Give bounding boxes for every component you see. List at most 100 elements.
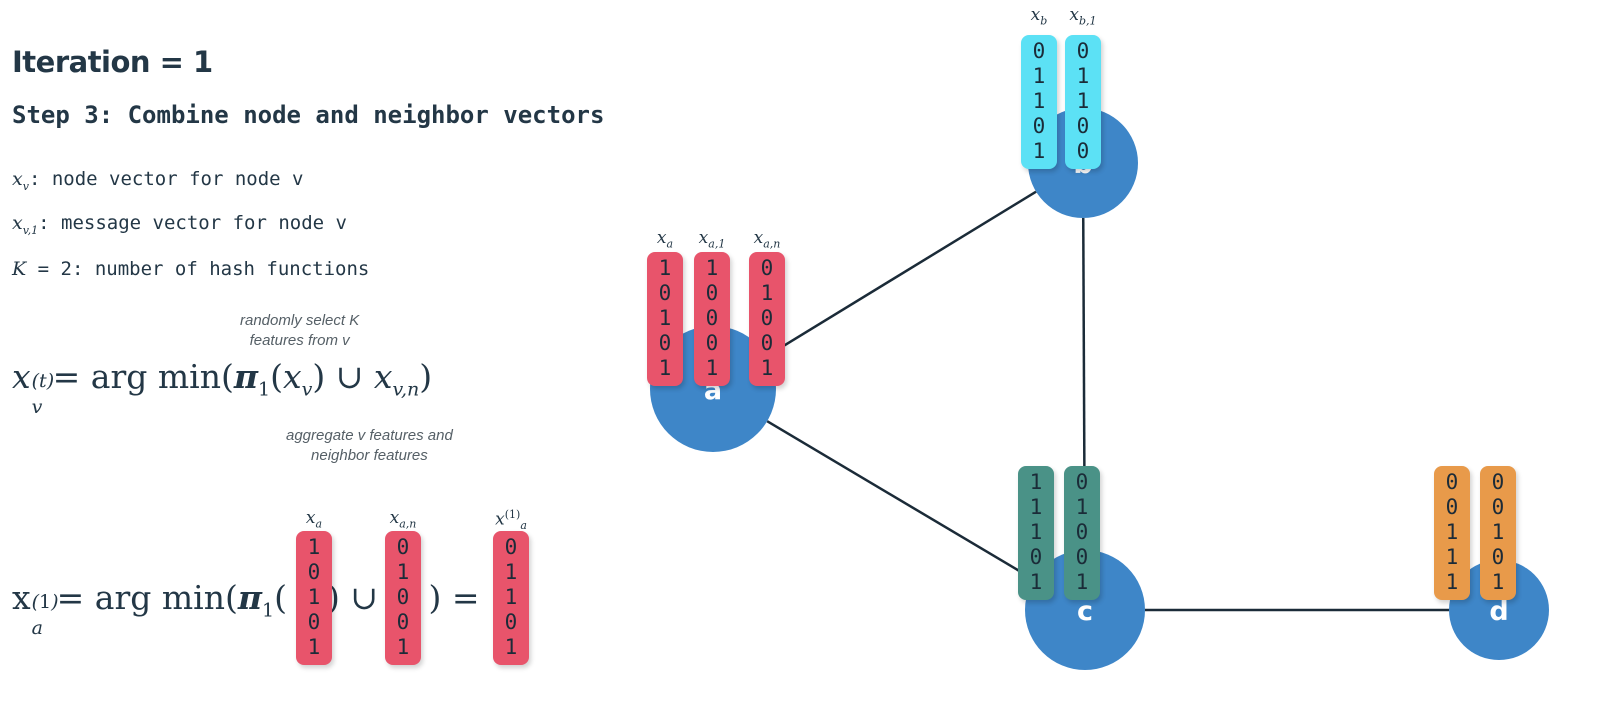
legend-text-hash-functions: = 2: number of hash functions [26, 258, 370, 280]
annotation-aggregate: aggregate v features and neighbor featur… [286, 426, 453, 467]
vector-bit: 1 [1029, 470, 1043, 494]
vector-bit: 0 [1445, 470, 1459, 494]
graph-node-c[interactable]: c [1025, 550, 1145, 670]
node-a-vector-1: 10001 [694, 252, 730, 386]
vector-bit: 1 [1032, 139, 1046, 163]
vector-bit: 1 [1445, 545, 1459, 569]
vector-bit: 0 [1445, 495, 1459, 519]
result-vector-x_a: 10101 [296, 531, 332, 665]
vector-bit: 0 [1075, 470, 1089, 494]
result-pi: π [237, 578, 262, 617]
annotation-randomly-select: randomly select K features from v [240, 311, 359, 352]
vector-bit: 1 [1445, 570, 1459, 594]
vector-bit: 1 [658, 306, 672, 330]
vector-bit: 1 [307, 535, 321, 559]
vector-bit: 1 [1076, 64, 1090, 88]
vector-bit: 1 [1029, 520, 1043, 544]
vector-bit: 0 [1076, 139, 1090, 163]
formula-close-paren: ) [419, 357, 433, 396]
legend-item-node-vector: xv: node vector for node v [12, 168, 303, 193]
legend-symbol-K: K [12, 258, 27, 280]
formula-argmin: arg min [90, 357, 221, 396]
vector-bit: 1 [307, 635, 321, 659]
legend-item-hash-functions: K = 2: number of hash functions [12, 258, 369, 280]
graph-edge-b-c [1081, 217, 1086, 551]
vector-bit: 1 [504, 635, 518, 659]
graph-node-b[interactable]: b [1028, 108, 1138, 218]
legend-item-message-vector: xv,1: message vector for node v [12, 212, 347, 237]
legend-symbol-xv1: xv,1 [12, 212, 39, 237]
vector-bit: 1 [760, 281, 774, 305]
vector-bit: 0 [1491, 470, 1505, 494]
vector-bit: 0 [1032, 114, 1046, 138]
node-a-vector-0: 10101 [647, 252, 683, 386]
page-title: Iteration = 1 [12, 45, 213, 79]
formula-xvn: x [373, 357, 393, 396]
node-c-vector-0: 11101 [1018, 466, 1054, 600]
graph-node-label-a: a [703, 374, 723, 406]
vector-bit: 1 [705, 356, 719, 380]
vector-bit: 0 [307, 610, 321, 634]
vector-bit: 1 [1445, 520, 1459, 544]
vector-bit: 0 [705, 331, 719, 355]
formula-equals: = [52, 357, 81, 396]
vector-bit: 1 [1032, 64, 1046, 88]
formula-xvn-sub: v,n [392, 378, 420, 401]
node-b-vector-label-1: xb,1 [1069, 5, 1097, 28]
annotation-line-2: features from v [249, 332, 350, 350]
vector-bit: 0 [396, 535, 410, 559]
vector-bit: 0 [760, 331, 774, 355]
vector-bit: 0 [658, 281, 672, 305]
node-a-vector-label-0: xa [656, 228, 674, 251]
formula-inner-open: ( [270, 357, 283, 396]
formula-union: ∪ [335, 357, 364, 396]
result-open-paren: ( [224, 578, 238, 617]
vector-bit: 0 [705, 306, 719, 330]
vector-bit: 0 [1076, 39, 1090, 63]
vector-bit: 1 [504, 560, 518, 584]
result-close-paren: ) [428, 578, 442, 617]
annotation-line-3: aggregate v features and [286, 427, 453, 444]
annotation-line-1: randomly select K [240, 312, 360, 329]
vector-bit: 1 [658, 256, 672, 280]
vector-bit: 0 [1075, 520, 1089, 544]
graph-edge-a-b [766, 190, 1037, 358]
vector-bit: 0 [760, 306, 774, 330]
graph-node-d[interactable]: d [1449, 560, 1549, 660]
vector-bit: 1 [658, 356, 672, 380]
vector-bit: 0 [504, 610, 518, 634]
result-inner-open: ( [274, 578, 287, 617]
legend-text-message-vector: : message vector for node v [38, 212, 347, 234]
formula-inner-close: ) [312, 357, 326, 396]
graph-node-label-b: b [1073, 148, 1093, 180]
formula-pi: π [233, 357, 258, 396]
vector-bit: 0 [1032, 39, 1046, 63]
step-title: Step 3: Combine node and neighbor vector… [12, 101, 605, 129]
vector-bit: 1 [1029, 570, 1043, 594]
graph-node-a[interactable]: a [650, 326, 776, 452]
explanation-panel: Iteration = 1 Step 3: Combine node and n… [0, 0, 620, 701]
formula-general: x (t) v = arg min(π1(xv) ∪ xv,n) [12, 357, 433, 418]
formula-xv: x [282, 357, 302, 396]
vector-bit: 0 [1491, 545, 1505, 569]
result-pi-index: 1 [261, 599, 275, 622]
result-union: ∪ [350, 578, 378, 617]
vector-bit: 0 [1491, 495, 1505, 519]
vector-bit: 0 [1029, 545, 1043, 569]
result-vector-x_a_1_result: 01101 [493, 531, 529, 665]
formula-pi-index: 1 [257, 378, 271, 401]
vector-bit: 1 [396, 635, 410, 659]
vector-bit: 1 [705, 256, 719, 280]
graph-edge-a-c [766, 420, 1035, 581]
node-a-vector-2: 01001 [749, 252, 785, 386]
graph-node-label-c: c [1076, 595, 1093, 627]
vector-bit: 0 [396, 610, 410, 634]
vector-bit: 0 [1075, 545, 1089, 569]
vector-bit: 0 [658, 331, 672, 355]
formula-open-paren: ( [220, 357, 234, 396]
result-x: x [12, 578, 31, 617]
vector-bit: 1 [1076, 89, 1090, 113]
vector-bit: 1 [1029, 495, 1043, 519]
node-b-vector-0: 01101 [1021, 35, 1057, 169]
formula-x: x [12, 357, 31, 396]
